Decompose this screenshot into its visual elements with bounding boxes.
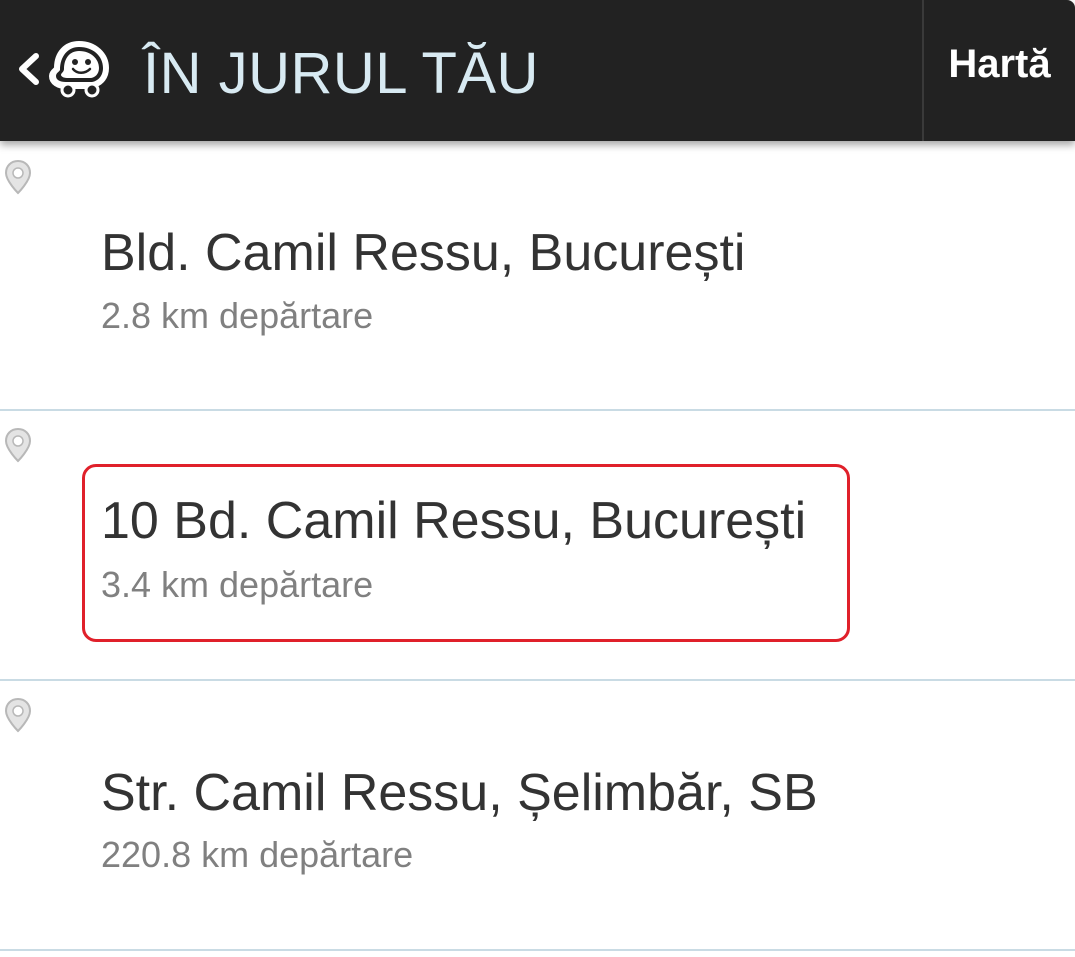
chevron-left-icon[interactable] <box>14 52 44 86</box>
results-list: Bld. Camil Ressu, București 2.8 km depăr… <box>0 141 1075 951</box>
result-name: Str. Camil Ressu, Șelimbăr, SB <box>101 764 818 822</box>
result-distance: 2.8 km depărtare <box>101 295 374 336</box>
map-button[interactable]: Hartă <box>924 0 1075 141</box>
result-distance: 220.8 km depărtare <box>101 834 414 875</box>
top-bar: ÎN JURUL TĂU Hartă <box>0 0 1075 141</box>
map-pin-icon <box>4 697 32 733</box>
result-name: 10 Bd. Camil Ressu, București <box>101 492 807 550</box>
result-name: Bld. Camil Ressu, București <box>101 224 746 282</box>
list-item[interactable]: Str. Camil Ressu, Șelimbăr, SB 220.8 km … <box>0 681 1075 951</box>
list-item[interactable]: 10 Bd. Camil Ressu, București 3.4 km dep… <box>0 411 1075 681</box>
map-pin-icon <box>4 427 32 463</box>
list-item[interactable]: Bld. Camil Ressu, București 2.8 km depăr… <box>0 141 1075 411</box>
result-distance: 3.4 km depărtare <box>101 564 374 605</box>
map-pin-icon <box>4 159 32 195</box>
page-title: ÎN JURUL TĂU <box>143 41 539 106</box>
waze-logo-icon[interactable] <box>46 38 112 98</box>
